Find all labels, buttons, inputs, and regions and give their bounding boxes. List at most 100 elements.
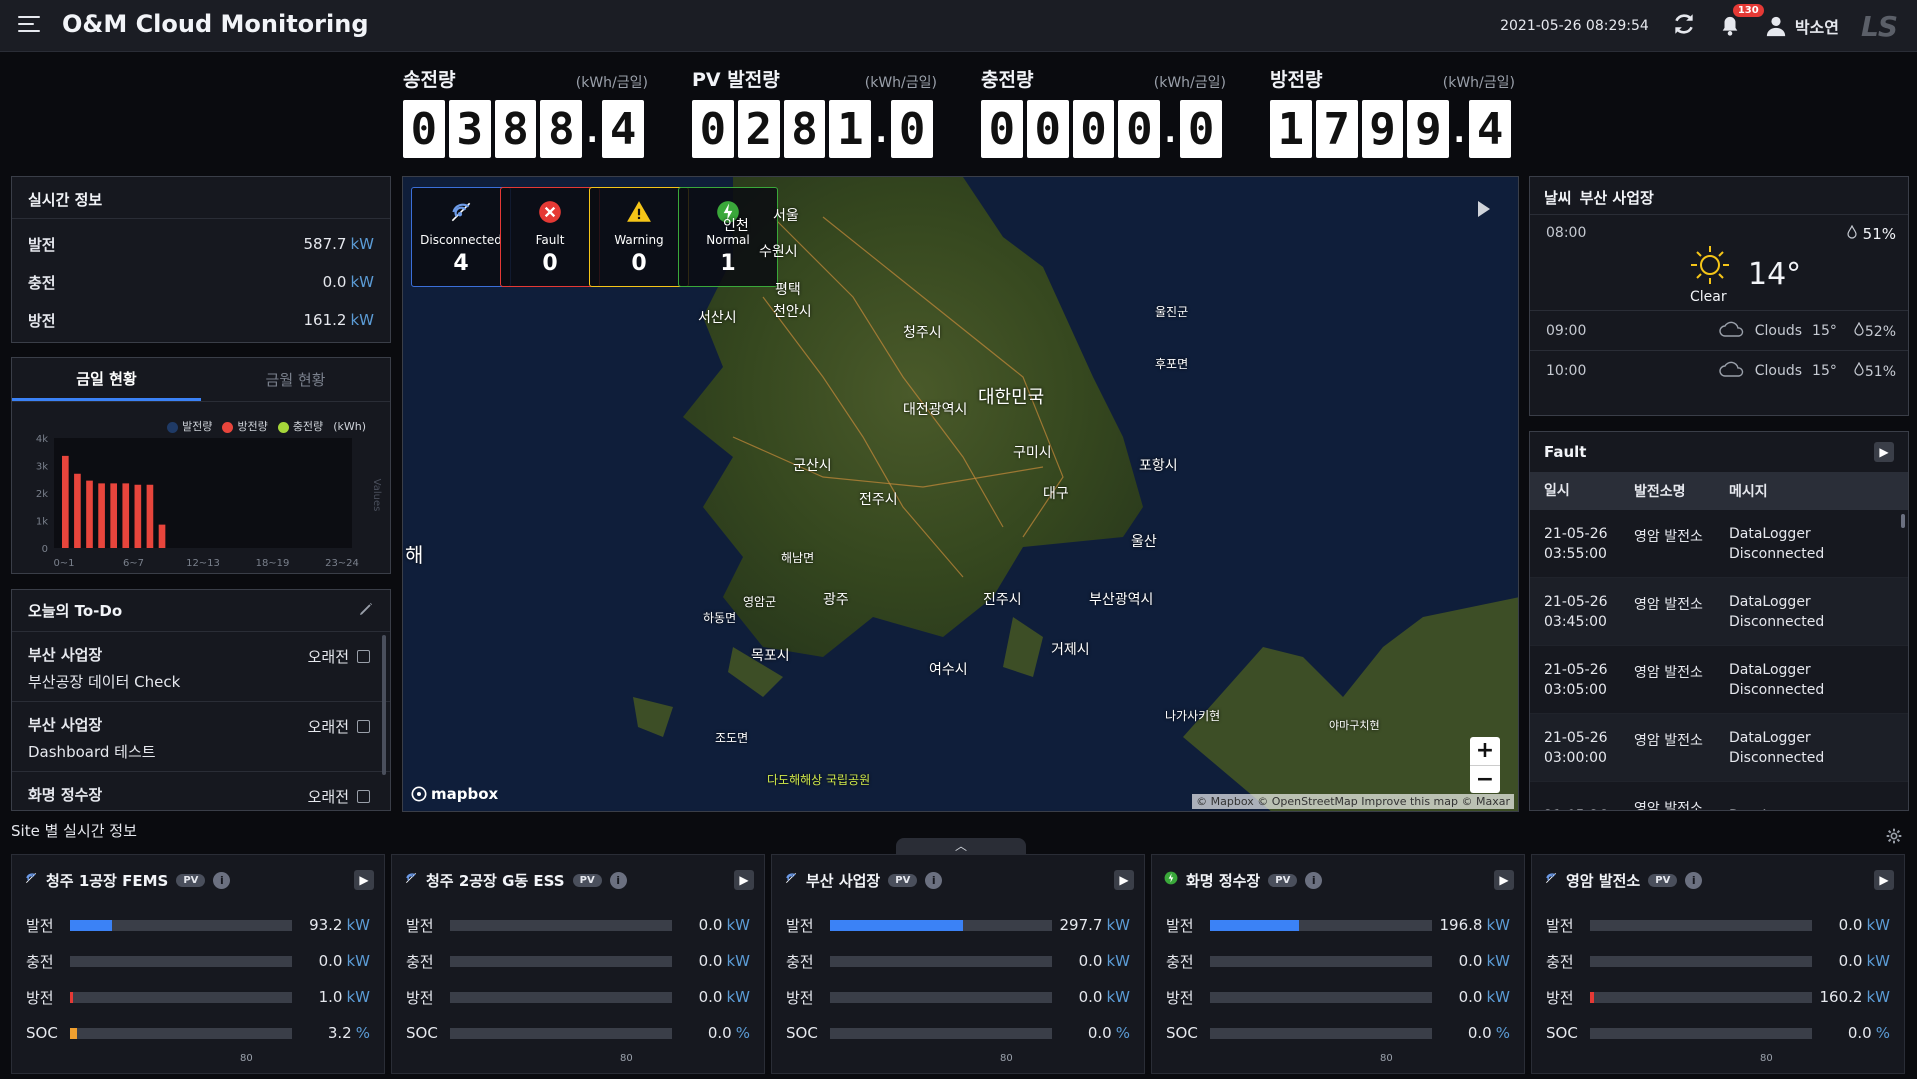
metric-value: 0.0 [318,952,343,970]
forecast-humidity: 51% [1864,364,1896,380]
disconnected-status-icon [404,871,418,889]
status-card-disconnected[interactable]: Disconnected 4 [411,187,511,287]
counter-3: 충전량 (kWh/금일) 0 0 0 0. 0 [981,62,1226,162]
fault-row[interactable]: 21-05-26 03:00:00 영암 발전소 DataLogger Disconne… [1530,714,1908,782]
map-label-nagasaki: 나가사키현 [1165,709,1221,723]
map-label-sea: 해 [405,543,424,567]
site-detail-button[interactable]: ▶ [1494,870,1514,890]
metric-value: 1.0 [318,988,343,1006]
counter-unit: (kWh/금일) [575,75,648,91]
metric-value: 0.0 [1847,1024,1872,1042]
metric-value: 0.0 [1458,952,1483,970]
info-icon[interactable]: i [1305,871,1323,889]
metric-label: 방전 [786,988,814,1007]
fault-row[interactable]: 21-05-26영암 발전소 DataLogger [1530,782,1908,811]
refresh-icon[interactable] [1671,11,1697,41]
map-label-busan: 부산광역시 [1089,592,1154,608]
tab-today-status[interactable]: 금일 현황 [12,358,201,401]
metric-bar [1210,955,1432,967]
decimal-point: . [1164,115,1176,150]
todo-item[interactable]: 화명 정수장 오래전 [12,772,390,810]
map-label-daegu: 대구 [1043,486,1069,502]
realtime-unit: kW [350,311,374,329]
todo-item[interactable]: 부산 사업장 부산공장 데이터 Check 오래전 [12,632,390,702]
menu-icon[interactable] [18,16,42,34]
info-icon[interactable]: i [609,871,627,889]
status-card-value: 1 [720,250,736,276]
counter-digit: 9 [1361,100,1404,158]
todo-item[interactable]: 부산 사업장 Dashboard 테스트 오래전 [12,702,390,772]
fault-message-type: DataLogger [1729,661,1811,678]
counter-digit: 1 [1270,100,1312,158]
notification-bell-icon[interactable]: 130 [1719,4,1764,38]
weather-now-time: 08:00 [1546,225,1587,241]
fault-time: 03:00:00 [1544,749,1607,766]
map-play-icon[interactable] [1478,201,1490,217]
map-label-suwon: 수원시 [759,244,798,260]
zoom-out-button[interactable]: − [1470,766,1500,794]
map-label-yeongam: 영암군 [743,595,777,609]
collapse-toggle-icon[interactable]: ︿ [896,838,1026,854]
fault-plant: 영암 발전소 [1634,801,1703,811]
metric-value: 0.0 [698,952,723,970]
todo-panel: 오늘의 To-Do 부산 사업장 부산공장 데이터 Check 오래전 부산 사업장 D… [11,589,391,811]
edit-pencil-icon[interactable] [358,601,374,621]
todo-when: 오래전 [307,718,349,736]
site-detail-button[interactable]: ▶ [734,870,754,890]
todo-checkbox[interactable] [357,720,370,733]
map-label-daejeon: 대전광역시 [903,402,968,418]
weather-forecast-row: 09:00 Clouds 15° 52% [1530,311,1908,351]
tab-month-status[interactable]: 금월 현황 [201,358,390,401]
site-metric-row: 방전 1.0 kW [12,979,384,1015]
info-icon[interactable]: i [213,871,231,889]
counter-digit: 7 [1315,100,1358,158]
metric-label: SOC [26,1024,58,1042]
user-menu[interactable]: 박소연 [1765,14,1839,38]
site-detail-button[interactable]: ▶ [1114,870,1134,890]
fault-date: 21-05-26 [1544,806,1634,811]
metric-value: 297.7 [1059,916,1103,934]
site-detail-button[interactable]: ▶ [1874,870,1894,890]
weather-now-temp: 14° [1748,257,1802,292]
weather-forecast-row: 10:00 Clouds 15° 51% [1530,351,1908,391]
status-card-normal[interactable]: Normal 1 [678,187,778,287]
fault-scrollbar[interactable] [1901,514,1905,528]
status-card-fault[interactable]: Fault 0 [500,187,600,287]
site-metric-row: 충전 0.0 kW [12,943,384,979]
todo-checkbox[interactable] [357,650,370,663]
y-axis-label: Values [371,479,382,512]
fault-message-type: DataLogger [1729,729,1811,746]
todo-scrollbar[interactable] [382,635,386,775]
forecast-condition: Clouds [1754,322,1803,339]
map-label-jinju: 진주시 [983,592,1022,608]
map-label-korea: 대한민국 [978,387,1045,408]
humidity-drop-icon [1847,224,1857,239]
metric-value: 0.0 [1087,1024,1112,1042]
metric-unit: kW [1866,952,1890,970]
fault-row[interactable]: 21-05-26 03:55:00 영암 발전소 DataLogger Disconne… [1530,510,1908,578]
status-card-label: Fault [535,232,565,247]
realtime-label: 방전 [28,311,56,330]
settings-gear-icon[interactable] [1886,828,1902,848]
realtime-value: 161.2 [303,311,347,329]
metric-unit: kW [346,916,370,934]
map-label-yeosu: 여수시 [929,662,968,678]
fault-row[interactable]: 21-05-26 03:05:00 영암 발전소 DataLogger Disconne… [1530,646,1908,714]
status-card-value: 4 [453,250,469,276]
zoom-in-button[interactable]: + [1470,737,1500,766]
info-icon[interactable]: i [925,871,943,889]
status-chart-panel: 금일 현황 금월 현황 발전량 방전량 충전량 (kWh) 4k 3k 2k 1k 0 0~1 6… [11,357,391,574]
todo-checkbox[interactable] [357,790,370,803]
counter-digit: 0 [1180,100,1223,158]
metric-unit: % [1115,1024,1130,1042]
status-card-warning[interactable]: Warning 0 [589,187,689,287]
site-map[interactable]: Disconnected 4 Fault 0 Warning 0 Normal 1 서울 인천… [402,176,1519,812]
metric-unit: % [735,1024,750,1042]
site-detail-button[interactable]: ▶ [354,870,374,890]
fault-plant: 영암 발전소 [1634,733,1703,749]
status-card-value: 0 [542,250,558,276]
map-attribution[interactable]: © Mapbox © OpenStreetMap Improve this ma… [1192,794,1514,809]
fault-row[interactable]: 21-05-26 03:45:00 영암 발전소 DataLogger Disconne… [1530,578,1908,646]
info-icon[interactable]: i [1685,871,1703,889]
fault-more-button[interactable]: ▶ [1874,442,1894,462]
